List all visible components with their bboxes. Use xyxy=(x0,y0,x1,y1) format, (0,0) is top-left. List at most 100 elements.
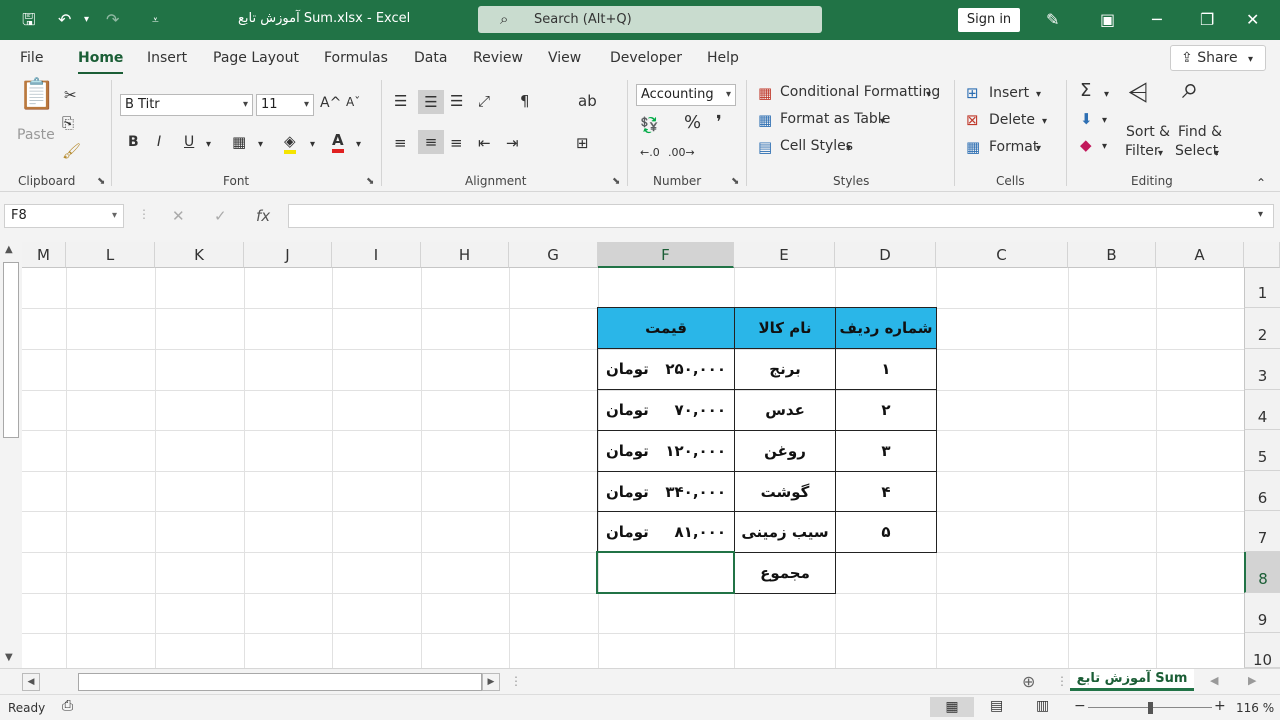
cell-d4-number[interactable]: ۲ xyxy=(835,389,937,431)
wrap-text-icon[interactable]: ab xyxy=(578,92,597,110)
tab-developer[interactable]: Developer xyxy=(610,50,682,66)
minimize-icon[interactable]: ─ xyxy=(1152,10,1162,30)
column-header-h[interactable]: H xyxy=(421,242,509,268)
zoom-in-icon[interactable]: + xyxy=(1214,698,1226,714)
select-all-corner[interactable] xyxy=(1244,242,1280,268)
font-launcher-icon[interactable]: ⬊ xyxy=(366,176,374,187)
row-header-7[interactable]: 7 xyxy=(1244,511,1280,552)
vertical-scroll-thumb[interactable] xyxy=(3,262,19,438)
sheet-tab-sum[interactable]: آموزش تابع Sum xyxy=(1070,669,1194,691)
accessibility-icon[interactable]: ⎙ xyxy=(62,698,73,714)
row-header-8[interactable]: 8 xyxy=(1244,552,1280,593)
middle-align-icon[interactable]: ☰ xyxy=(418,90,444,114)
underline-button[interactable]: U xyxy=(184,134,194,150)
zoom-level[interactable]: 116 % xyxy=(1236,701,1274,715)
expand-formula-bar-icon[interactable]: ▾ xyxy=(1258,209,1263,220)
sort-filter-label-1[interactable]: Sort & xyxy=(1126,124,1170,140)
save-icon[interactable]: 🖫 xyxy=(22,10,36,30)
row-header-4[interactable]: 4 xyxy=(1244,390,1280,430)
number-launcher-icon[interactable]: ⬊ xyxy=(731,176,739,187)
close-icon[interactable]: ✕ xyxy=(1246,10,1259,30)
italic-button[interactable]: I xyxy=(157,134,161,150)
search-box[interactable]: ⌕ Search (Alt+Q) xyxy=(478,6,822,33)
insert-cells-button[interactable]: Insert xyxy=(989,85,1029,101)
tab-view[interactable]: View xyxy=(548,50,581,66)
paste-label[interactable]: Paste xyxy=(17,127,55,143)
comma-style-icon[interactable]: ❜ xyxy=(716,114,722,132)
font-family-combo[interactable]: B Titr ▾ xyxy=(120,94,253,116)
row-header-2[interactable]: 2 xyxy=(1244,308,1280,349)
clipboard-launcher-icon[interactable]: ⬊ xyxy=(97,176,105,187)
bold-button[interactable]: B xyxy=(128,134,139,150)
find-select-label-2[interactable]: Select xyxy=(1175,143,1218,159)
chevron-down-icon[interactable]: ▾ xyxy=(206,136,211,154)
format-as-table-button[interactable]: Format as Table xyxy=(780,111,890,127)
row-header-6[interactable]: 6 xyxy=(1244,471,1280,511)
tab-data[interactable]: Data xyxy=(414,50,447,66)
percent-style-icon[interactable]: % xyxy=(684,114,701,132)
sort-filter-label-2[interactable]: Filter xyxy=(1125,143,1160,159)
copy-icon[interactable]: ⎘ xyxy=(62,114,74,132)
find-select-icon[interactable]: ⌕ xyxy=(1182,74,1199,104)
cell-e8-total-label[interactable]: مجموع xyxy=(734,552,836,594)
cell-d2-row-header[interactable]: شماره ردیف xyxy=(835,307,937,349)
clear-icon[interactable]: ◆ xyxy=(1080,136,1092,154)
column-header-f[interactable]: F xyxy=(598,242,734,268)
column-header-c[interactable]: C xyxy=(936,242,1068,268)
format-cells-button[interactable]: Format xyxy=(989,139,1038,155)
page-break-view-icon[interactable]: ▥ xyxy=(1036,698,1049,714)
column-header-a[interactable]: A xyxy=(1156,242,1244,268)
cell-f5-price[interactable]: تومان ۱۲۰,۰۰۰ xyxy=(597,430,735,472)
font-size-combo[interactable]: 11 ▾ xyxy=(256,94,314,116)
column-header-b[interactable]: B xyxy=(1068,242,1156,268)
cell-e4-item[interactable]: عدس xyxy=(734,389,836,431)
cut-icon[interactable]: ✂ xyxy=(64,86,77,104)
number-format-combo[interactable]: Accounting ▾ xyxy=(636,84,736,106)
cell-f4-price[interactable]: تومان ۷۰,۰۰۰ xyxy=(597,389,735,431)
vertical-scrollbar[interactable]: ▲ ▼ xyxy=(0,242,22,668)
top-align-icon[interactable]: ☰ xyxy=(394,92,407,110)
splitter-icon[interactable]: ⋮ xyxy=(510,674,522,688)
insert-cells-icon[interactable]: ⊞ xyxy=(966,84,979,102)
row-header-5[interactable]: 5 xyxy=(1244,430,1280,471)
cell-e3-item[interactable]: برنج xyxy=(734,348,836,390)
cell-e7-item[interactable]: سیب زمینی xyxy=(734,511,836,553)
next-sheet-icon[interactable]: ▶ xyxy=(1248,674,1256,687)
name-box[interactable]: F8 ▾ xyxy=(4,204,124,228)
zoom-slider-thumb[interactable] xyxy=(1148,702,1153,714)
alignment-launcher-icon[interactable]: ⬊ xyxy=(612,176,620,187)
scroll-right-icon[interactable]: ▶ xyxy=(482,673,500,691)
share-button[interactable]: ⇪ Share ▾ xyxy=(1170,45,1266,71)
format-cells-icon[interactable]: ▦ xyxy=(966,138,980,156)
cell-d5-number[interactable]: ۳ xyxy=(835,430,937,472)
insert-function-icon[interactable]: fx xyxy=(256,207,270,225)
tab-file[interactable]: File xyxy=(20,50,43,66)
cancel-entry-icon[interactable]: ✕ xyxy=(172,207,185,225)
tab-help[interactable]: Help xyxy=(707,50,739,66)
column-header-e[interactable]: E xyxy=(734,242,835,268)
scroll-down-icon[interactable]: ▼ xyxy=(5,652,13,663)
undo-icon[interactable]: ↶ xyxy=(58,10,71,30)
column-header-l[interactable]: L xyxy=(66,242,155,268)
normal-view-icon[interactable]: ▦ xyxy=(930,697,974,717)
align-right-icon[interactable]: ≡ xyxy=(450,134,463,152)
orientation-icon[interactable]: ⤢ xyxy=(478,92,490,110)
zoom-out-icon[interactable]: − xyxy=(1074,698,1086,714)
ribbon-display-icon[interactable]: ▣ xyxy=(1100,10,1115,30)
find-select-label-1[interactable]: Find & xyxy=(1178,124,1222,140)
column-header-i[interactable]: I xyxy=(332,242,421,268)
sign-in-button[interactable]: Sign in xyxy=(958,8,1020,32)
row-header-10[interactable]: 10 xyxy=(1244,633,1280,669)
cell-f6-price[interactable]: تومان ۳۴۰,۰۰۰ xyxy=(597,471,735,512)
collapse-ribbon-icon[interactable]: ⌃ xyxy=(1256,174,1266,192)
confirm-entry-icon[interactable]: ✓ xyxy=(214,207,227,225)
tab-insert[interactable]: Insert xyxy=(147,50,187,66)
conditional-formatting-icon[interactable]: ▦ xyxy=(758,84,772,102)
cell-d7-number[interactable]: ۵ xyxy=(835,511,937,553)
cell-e2-item-header[interactable]: نام کالا xyxy=(734,307,836,349)
tab-review[interactable]: Review xyxy=(473,50,523,66)
row-header-9[interactable]: 9 xyxy=(1244,593,1280,633)
merge-center-icon[interactable]: ⊞ xyxy=(576,134,589,152)
align-left-icon[interactable]: ≡ xyxy=(394,134,407,152)
cell-styles-icon[interactable]: ▤ xyxy=(758,138,772,156)
